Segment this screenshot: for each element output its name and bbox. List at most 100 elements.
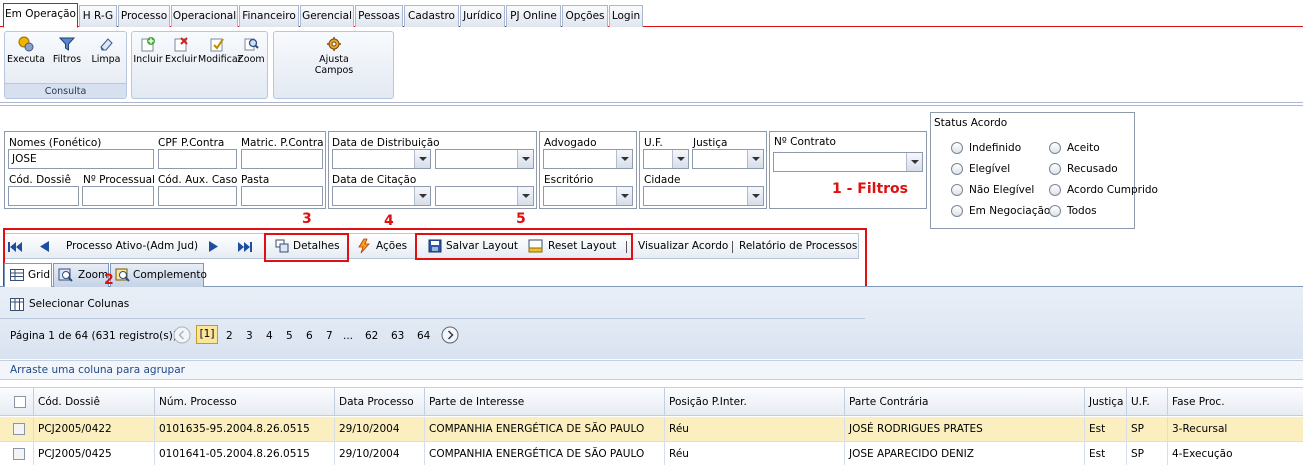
justica-select[interactable] bbox=[692, 149, 764, 169]
identification-filter-box: Nomes (Fonético) JOSE CPF P.Contra Matri… bbox=[4, 131, 326, 209]
pager-page[interactable]: 7 bbox=[326, 330, 333, 342]
data-citacao-to-select[interactable] bbox=[435, 186, 534, 206]
select-all-checkbox[interactable] bbox=[14, 396, 26, 408]
chevron-down-icon[interactable] bbox=[414, 150, 430, 168]
selecionar-colunas-button[interactable]: Selecionar Colunas bbox=[10, 297, 130, 313]
tab-login[interactable]: Login bbox=[609, 5, 643, 27]
pasta-input[interactable] bbox=[241, 186, 323, 206]
uf-label: U.F. bbox=[644, 137, 663, 149]
data-citacao-from-select[interactable] bbox=[332, 186, 431, 206]
limpa-button[interactable]: Limpa bbox=[87, 36, 125, 76]
col-header-cod-dossie[interactable]: Cód. Dossiê bbox=[34, 388, 155, 416]
col-header-posicao[interactable]: Posição P.Inter. bbox=[665, 388, 845, 416]
zoom-icon bbox=[58, 268, 73, 282]
chevron-down-icon[interactable] bbox=[517, 150, 533, 168]
pager-prev-icon[interactable] bbox=[173, 326, 191, 344]
cod-dossie-input[interactable] bbox=[8, 186, 79, 206]
tab-operacional[interactable]: Operacional bbox=[171, 5, 238, 27]
col-header-parte-contraria[interactable]: Parte Contrária bbox=[845, 388, 1085, 416]
pager-next-icon[interactable] bbox=[441, 326, 459, 344]
tab-pessoas[interactable]: Pessoas bbox=[355, 5, 403, 27]
col-header-parte-interesse[interactable]: Parte de Interesse bbox=[425, 388, 665, 416]
cell-posicao: Réu bbox=[665, 442, 845, 465]
pager-page[interactable]: 6 bbox=[306, 330, 313, 342]
radio-indefinido[interactable] bbox=[951, 142, 963, 154]
tab-hrg[interactable]: H R-G bbox=[79, 5, 117, 27]
zoom-button[interactable]: Zoom bbox=[236, 36, 266, 76]
advogado-select[interactable] bbox=[543, 149, 633, 169]
row-checkbox[interactable] bbox=[13, 448, 25, 460]
tab-zoom[interactable]: Zoom bbox=[53, 263, 109, 287]
tab-em-operacao[interactable]: Em Operação bbox=[3, 3, 78, 28]
tab-complemento[interactable]: Complemento bbox=[110, 263, 207, 287]
tab-gerencial[interactable]: Gerencial bbox=[300, 5, 354, 27]
nomes-label: Nomes (Fonético) bbox=[9, 137, 102, 149]
matric-input[interactable] bbox=[241, 149, 323, 169]
table-row[interactable]: PCJ2005/0425 0101641-05.2004.8.26.0515 2… bbox=[0, 442, 1303, 465]
cod-aux-input[interactable] bbox=[158, 186, 237, 206]
modificar-button[interactable]: Modificar bbox=[198, 36, 242, 76]
col-header-num-processo[interactable]: Núm. Processo bbox=[155, 388, 335, 416]
pager-page[interactable]: 5 bbox=[286, 330, 293, 342]
pager-page[interactable]: 63 bbox=[391, 330, 404, 342]
pager-page[interactable]: 3 bbox=[246, 330, 253, 342]
tab-cadastro[interactable]: Cadastro bbox=[404, 5, 459, 27]
contrato-select[interactable] bbox=[773, 152, 923, 172]
tab-grid[interactable]: Grid bbox=[4, 263, 52, 288]
cell-uf: SP bbox=[1127, 442, 1168, 465]
pager-page[interactable]: 4 bbox=[266, 330, 273, 342]
nomes-input[interactable]: JOSE bbox=[8, 149, 154, 169]
table-row[interactable]: PCJ2005/0422 0101635-95.2004.8.26.0515 2… bbox=[0, 417, 1303, 442]
radio-recusado[interactable] bbox=[1049, 163, 1061, 175]
col-header-justica[interactable]: Justiça bbox=[1085, 388, 1127, 416]
radio-aceito[interactable] bbox=[1049, 142, 1061, 154]
radio-acordo-cumprido[interactable] bbox=[1049, 184, 1061, 196]
row-checkbox[interactable] bbox=[13, 423, 25, 435]
chevron-down-icon[interactable] bbox=[906, 153, 922, 171]
radio-nao-elegivel[interactable] bbox=[951, 184, 963, 196]
radio-todos[interactable] bbox=[1049, 205, 1061, 217]
group-by-hint[interactable]: Arraste uma coluna para agrupar bbox=[0, 360, 1303, 380]
data-distribuicao-from-select[interactable] bbox=[332, 149, 431, 169]
add-icon bbox=[141, 37, 155, 52]
tab-financeiro[interactable]: Financeiro bbox=[239, 5, 299, 27]
pager-page[interactable]: 62 bbox=[365, 330, 378, 342]
radio-elegivel[interactable] bbox=[951, 163, 963, 175]
chevron-down-icon[interactable] bbox=[616, 187, 632, 205]
consulta-group-title: Consulta bbox=[5, 83, 126, 98]
pager-current-page[interactable]: [1] bbox=[196, 325, 218, 344]
execute-icon bbox=[18, 36, 34, 52]
tab-processo[interactable]: Processo bbox=[118, 5, 170, 27]
executa-button[interactable]: Executa bbox=[7, 36, 45, 76]
pager-page[interactable]: 2 bbox=[226, 330, 233, 342]
excluir-button[interactable]: Excluir bbox=[164, 36, 198, 76]
tab-juridico[interactable]: Jurídico bbox=[460, 5, 505, 27]
chevron-down-icon[interactable] bbox=[517, 187, 533, 205]
col-header-data-processo[interactable]: Data Processo bbox=[335, 388, 425, 416]
escritorio-select[interactable] bbox=[543, 186, 633, 206]
pager-page[interactable]: 64 bbox=[417, 330, 430, 342]
tab-opcoes[interactable]: Opções bbox=[562, 5, 608, 27]
col-header-fase-proc[interactable]: Fase Proc. bbox=[1168, 388, 1303, 416]
tab-pj-online[interactable]: PJ Online bbox=[506, 5, 561, 27]
radio-em-negociacao[interactable] bbox=[951, 205, 963, 217]
chevron-down-icon[interactable] bbox=[414, 187, 430, 205]
radio-label: Acordo Cumprido bbox=[1067, 184, 1158, 196]
incluir-button[interactable]: Incluir bbox=[132, 36, 164, 76]
annotation-1-filtros: 1 - Filtros bbox=[832, 181, 909, 197]
uf-select[interactable] bbox=[643, 149, 689, 169]
cpf-input[interactable] bbox=[158, 149, 237, 169]
chevron-down-icon[interactable] bbox=[747, 187, 763, 205]
filtros-button[interactable]: Filtros bbox=[48, 36, 86, 76]
justica-label: Justiça bbox=[693, 137, 728, 149]
chevron-down-icon[interactable] bbox=[616, 150, 632, 168]
col-header-uf[interactable]: U.F. bbox=[1127, 388, 1168, 416]
chevron-down-icon[interactable] bbox=[672, 150, 688, 168]
cidade-select[interactable] bbox=[643, 186, 764, 206]
pager-info: Página 1 de 64 (631 registro(s)) bbox=[10, 330, 177, 342]
data-distribuicao-to-select[interactable] bbox=[435, 149, 534, 169]
ajusta-campos-button[interactable]: Ajusta Campos bbox=[309, 36, 359, 76]
cell-posicao: Réu bbox=[665, 417, 845, 441]
num-processual-input[interactable] bbox=[82, 186, 154, 206]
chevron-down-icon[interactable] bbox=[747, 150, 763, 168]
